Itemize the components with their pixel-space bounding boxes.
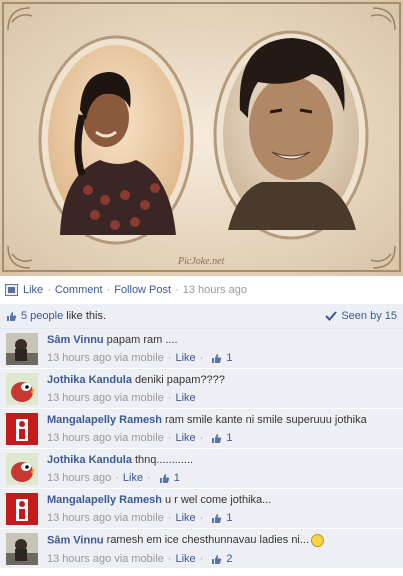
comment-item: Sâm Vinnu ramesh em ice chesthunnavau lad… [0, 529, 403, 569]
comment-item: Jothika Kandula deniki papam???? 13 hours… [0, 369, 403, 409]
separator: · [175, 284, 179, 296]
like-count-value: 1 [226, 512, 233, 524]
comment-like-link[interactable]: Like [123, 472, 143, 484]
thumbs-up-icon [159, 473, 169, 483]
thumbs-up-icon [212, 554, 222, 564]
like-count-value: 2 [226, 553, 233, 565]
comment-like-link[interactable]: Like [175, 432, 195, 444]
comment-link[interactable]: Comment [55, 284, 103, 296]
comment-like-count[interactable]: 1 [159, 472, 180, 484]
comment-text: ramesh em ice chesthunnavau ladies ni... [106, 534, 310, 547]
like-link[interactable]: Like [23, 284, 43, 296]
likes-summary: 5 people like this. Seen by 15 [0, 304, 403, 329]
post-actions: Like · Comment · Follow Post · 13 hours … [0, 276, 403, 304]
thumbs-up-icon [212, 433, 222, 443]
comment-timestamp[interactable]: 13 hours ago via mobile [47, 432, 164, 444]
avatar[interactable] [6, 493, 38, 525]
comment-author[interactable]: Sâm Vinnu [47, 534, 104, 546]
like-count-value: 1 [226, 352, 233, 364]
comment-timestamp[interactable]: 13 hours ago [47, 472, 111, 484]
comment-list: Sâm Vinnu papam ram .... 13 hours ago via… [0, 329, 403, 569]
comment-like-count[interactable]: 1 [211, 512, 232, 524]
post-timestamp[interactable]: 13 hours ago [183, 284, 247, 296]
avatar[interactable] [6, 333, 38, 365]
comment-like-count[interactable]: 1 [211, 352, 232, 364]
likers-link[interactable]: 5 people [21, 310, 63, 322]
comment-text: u r wel come jothika... [164, 494, 272, 506]
emoticon-icon [311, 534, 325, 547]
comment-author[interactable]: Mangalapelly Ramesh [47, 414, 162, 426]
like-count-value: 1 [226, 432, 233, 444]
separator: · [106, 284, 111, 296]
comment-like-count[interactable]: 1 [211, 432, 232, 444]
avatar[interactable] [6, 533, 38, 565]
comment-timestamp[interactable]: 13 hours ago via mobile [47, 352, 164, 364]
avatar[interactable] [6, 413, 38, 445]
post-photo[interactable]: PicJoke.net [0, 0, 403, 276]
checkmark-icon [325, 311, 338, 321]
comment-text: ram smile kante ni smile superuuu jothik… [164, 414, 367, 426]
avatar[interactable] [6, 453, 38, 485]
comment-like-count[interactable]: 2 [211, 553, 232, 565]
comment-author[interactable]: Mangalapelly Ramesh [47, 494, 162, 506]
comment-text: thnq............ [134, 454, 194, 466]
comment-like-link[interactable]: Like [175, 352, 195, 364]
comment-author[interactable]: Jothika Kandula [47, 454, 132, 466]
thumbs-up-icon [212, 353, 222, 363]
comment-like-link[interactable]: Like [175, 553, 195, 565]
comment-timestamp[interactable]: 13 hours ago via mobile [47, 512, 164, 524]
like-count-value: 1 [173, 472, 180, 484]
thumbs-up-icon [7, 311, 17, 321]
comment-item: Mangalapelly Ramesh ram smile kante ni sm… [0, 409, 403, 449]
comment-like-link[interactable]: Like [175, 512, 195, 524]
seen-by-label: Seen by 15 [341, 310, 397, 322]
likes-suffix: like this. [63, 310, 107, 322]
follow-post-link[interactable]: Follow Post [114, 284, 171, 296]
thumbs-up-icon [212, 513, 222, 523]
comment-like-link[interactable]: Like [175, 392, 195, 404]
avatar[interactable] [6, 373, 38, 405]
comment-timestamp[interactable]: 13 hours ago via mobile [47, 392, 164, 404]
comment-item: Sâm Vinnu papam ram .... 13 hours ago via… [0, 329, 403, 369]
watermark-text: PicJoke.net [177, 256, 225, 267]
photo-frame: PicJoke.net [0, 0, 403, 276]
wall-post-icon [5, 284, 18, 296]
comment-timestamp[interactable]: 13 hours ago via mobile [47, 553, 164, 565]
seen-by[interactable]: Seen by 15 [325, 310, 397, 322]
separator: · [47, 284, 51, 296]
comment-author[interactable]: Sâm Vinnu [47, 334, 104, 346]
comment-item: Mangalapelly Ramesh u r wel come jothika.… [0, 489, 403, 529]
comment-item: Jothika Kandula thnq............ 13 hours… [0, 449, 403, 489]
comment-author[interactable]: Jothika Kandula [47, 374, 132, 386]
comment-text: deniki papam???? [134, 374, 225, 386]
comment-text: papam ram .... [106, 334, 178, 346]
